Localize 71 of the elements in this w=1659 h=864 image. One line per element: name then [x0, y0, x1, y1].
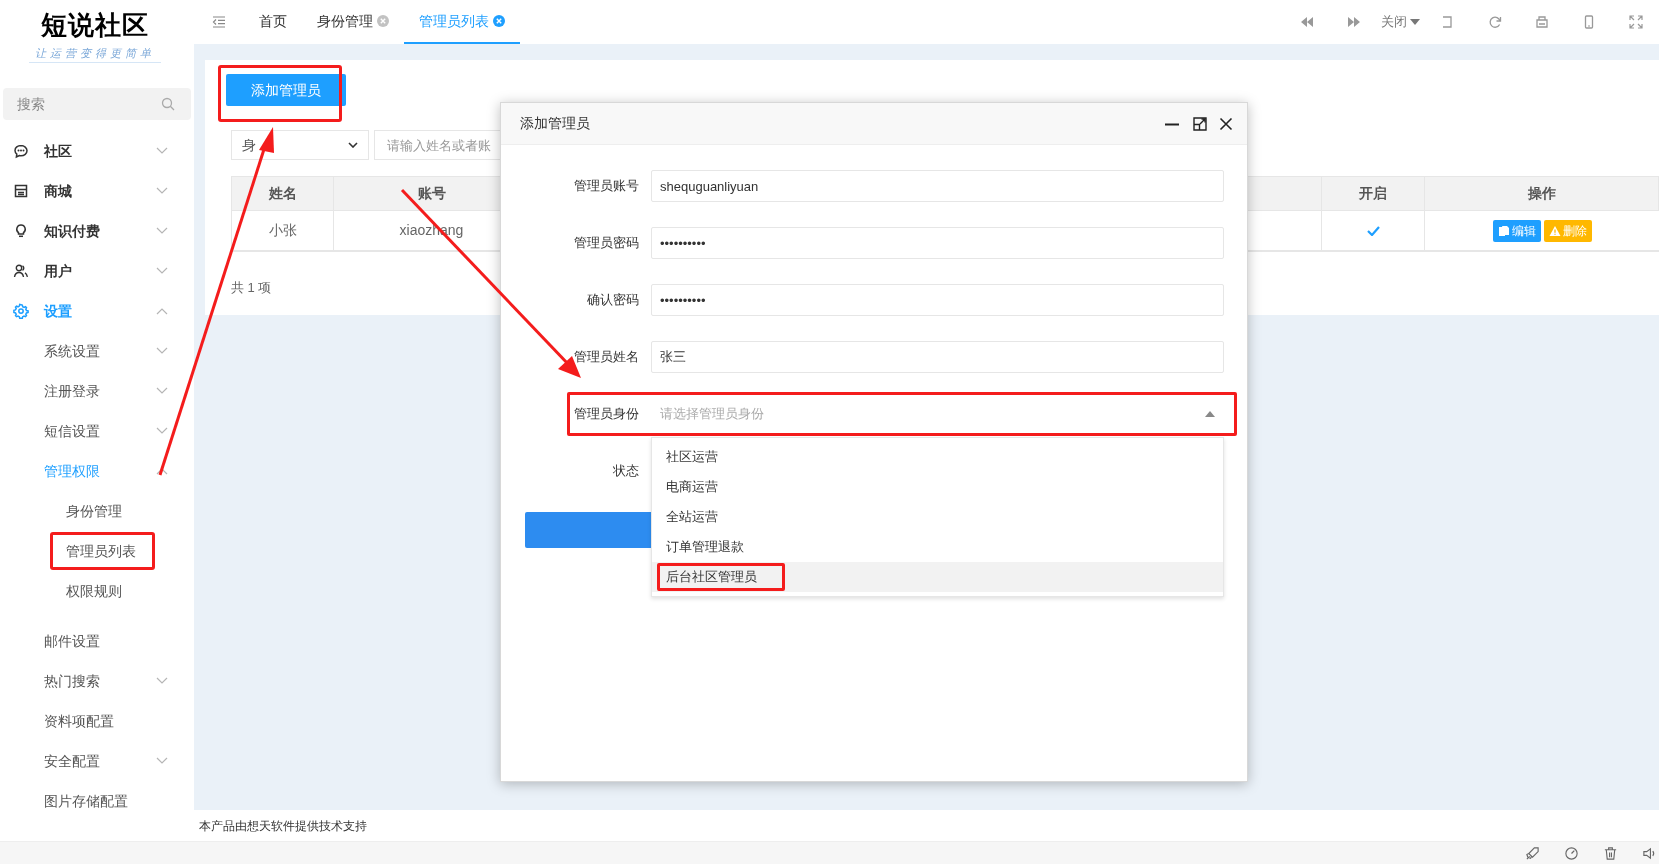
field-label: 管理员身份: [574, 406, 639, 422]
table-cell: 小张: [232, 211, 334, 250]
sidebar-item[interactable]: 用户: [44, 261, 72, 281]
trash-icon[interactable]: [1603, 845, 1618, 861]
search-icon[interactable]: [161, 97, 175, 111]
total-count: 共 1 项: [231, 279, 272, 297]
sidebar-item[interactable]: 热门搜索: [44, 671, 100, 691]
sidebar-item[interactable]: 权限规则: [66, 581, 122, 601]
dropdown-option[interactable]: 后台社区管理员: [652, 562, 1223, 592]
identity-select[interactable]: 身: [231, 130, 369, 160]
footer-text: 本产品由想天软件提供技术支持: [199, 817, 367, 835]
chat-bubble-icon: [13, 143, 29, 159]
dropdown-option[interactable]: 社区运营: [652, 442, 1223, 472]
gauge-icon[interactable]: [1564, 845, 1579, 861]
collapse-menu-icon[interactable]: [212, 16, 226, 28]
sidebar-item[interactable]: 系统设置: [44, 341, 100, 361]
sidebar-item[interactable]: 管理员列表: [66, 541, 136, 561]
sidebar-item[interactable]: 邮件设置: [44, 631, 100, 651]
sidebar-item[interactable]: 注册登录: [44, 381, 100, 401]
column-header: 操作: [1425, 177, 1659, 210]
text-field[interactable]: shequguanliyuan: [651, 170, 1224, 202]
caret-up-icon: [1205, 411, 1215, 417]
field-label: 管理员账号: [574, 178, 639, 194]
sidebar-item[interactable]: 图片存储配置: [44, 791, 128, 811]
settings-icon: [13, 303, 29, 319]
store-icon: [13, 183, 29, 199]
dropdown-option[interactable]: 订单管理退款: [652, 532, 1223, 562]
sidebar-item[interactable]: 社区: [44, 141, 72, 161]
sidebar-item[interactable]: 资料项配置: [44, 711, 114, 731]
close-icon[interactable]: [1219, 116, 1233, 131]
logo-title: 短说社区: [41, 9, 149, 42]
caret-icon: [1410, 19, 1420, 25]
sidebar-item[interactable]: 商城: [44, 181, 72, 201]
rocket-icon[interactable]: [1525, 845, 1540, 861]
search-field[interactable]: 搜索: [3, 88, 191, 120]
text-field[interactable]: ••••••••••: [651, 227, 1224, 259]
speaker-icon[interactable]: [1642, 845, 1657, 861]
column-header: 开启: [1322, 177, 1425, 210]
sidebar-item[interactable]: 身份管理: [66, 501, 122, 521]
search-input[interactable]: 搜索: [3, 88, 153, 120]
chevron-down-icon: [348, 142, 358, 148]
sidebar-item[interactable]: 短信设置: [44, 421, 100, 441]
rewind-icon[interactable]: [1299, 15, 1314, 29]
close-menu[interactable]: 关闭: [1377, 0, 1424, 44]
copy-icon: [1497, 224, 1510, 237]
fullscreen-icon[interactable]: [1628, 15, 1643, 29]
maximize-icon[interactable]: [1193, 116, 1207, 131]
field-label: 管理员密码: [574, 235, 639, 251]
text-field[interactable]: 张三: [651, 341, 1224, 373]
bulb-icon: [13, 223, 29, 239]
tab[interactable]: 身份管理: [302, 0, 404, 44]
close-tab-icon[interactable]: [377, 15, 389, 27]
dropdown-option[interactable]: 全站运营: [652, 502, 1223, 532]
field-label: 确认密码: [587, 292, 639, 308]
close-tab-icon[interactable]: [493, 15, 505, 27]
warning-icon: [1548, 224, 1561, 237]
dropdown-option[interactable]: 电商运营: [652, 472, 1223, 502]
logo-slogan: 让运营变得更简单: [29, 46, 161, 63]
return-icon[interactable]: [1440, 15, 1455, 29]
field-label: 管理员姓名: [574, 349, 639, 365]
text-field[interactable]: ••••••••••: [651, 284, 1224, 316]
refresh-icon[interactable]: [1487, 15, 1502, 29]
sidebar-item[interactable]: 安全配置: [44, 751, 100, 771]
tab[interactable]: 首页: [244, 0, 302, 44]
users-icon: [13, 263, 29, 279]
column-header: 姓名: [232, 177, 334, 210]
sidebar-item[interactable]: 知识付费: [44, 221, 100, 241]
printer-icon[interactable]: [1534, 15, 1549, 29]
dialog-title: 添加管理员: [520, 114, 591, 133]
fast-forward-icon[interactable]: [1346, 15, 1361, 29]
field-label: 状态: [613, 463, 639, 479]
